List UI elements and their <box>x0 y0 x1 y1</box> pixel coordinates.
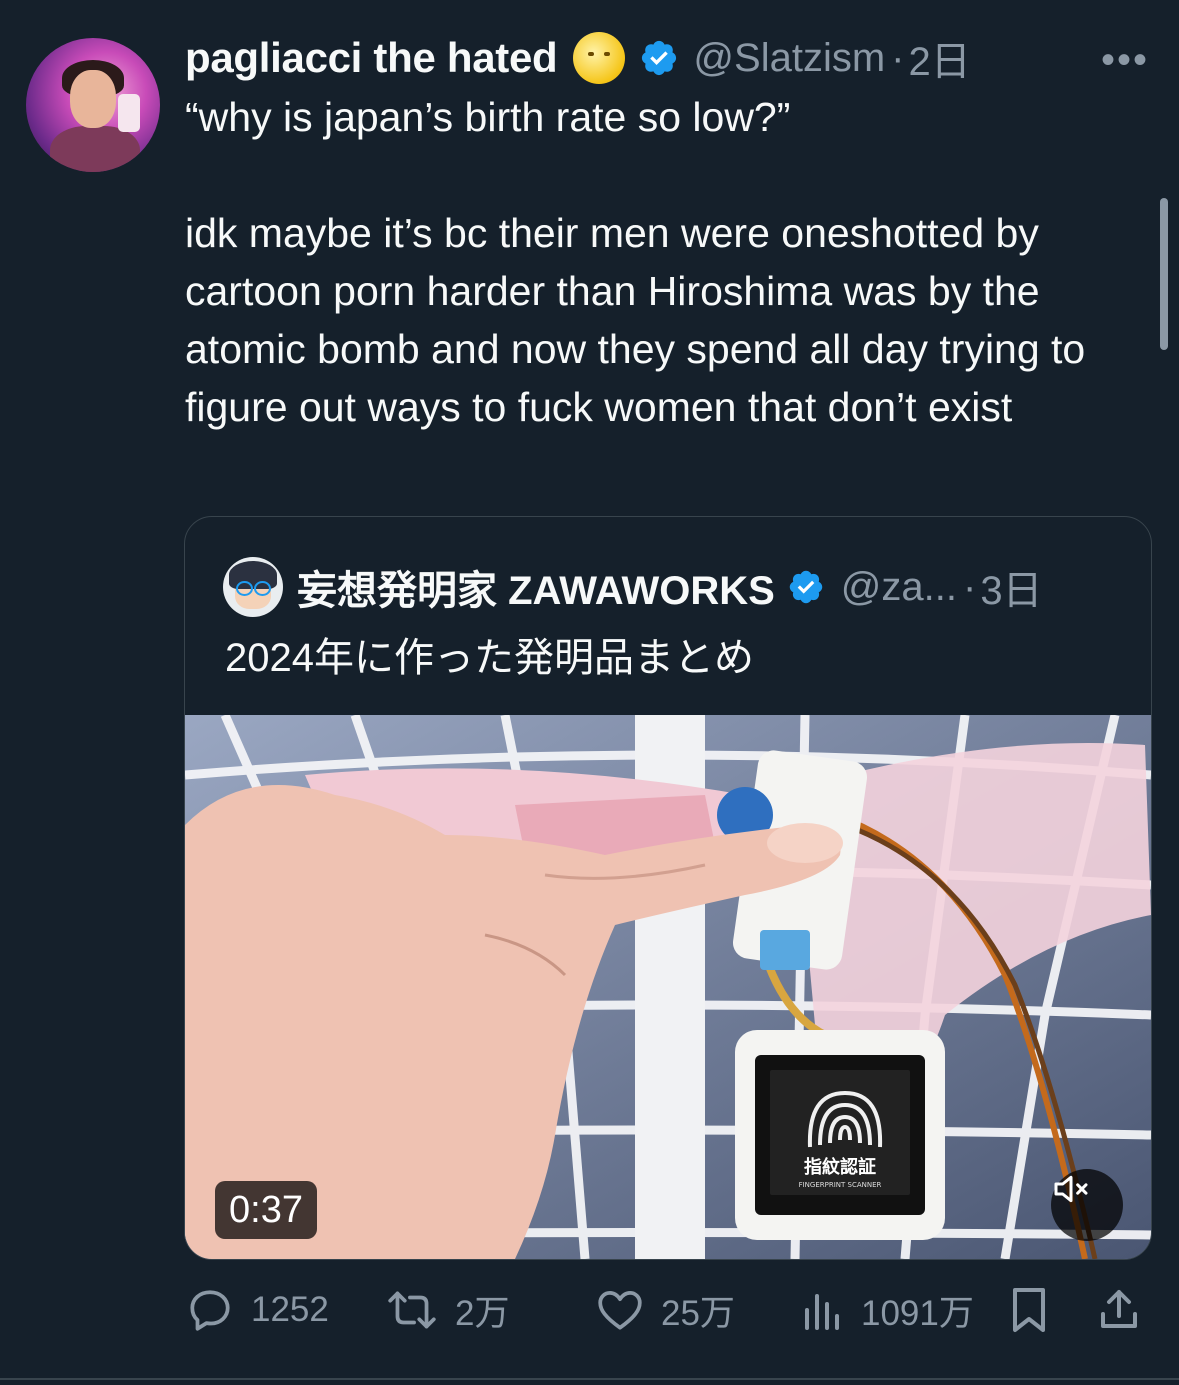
reply-count: 1252 <box>251 1290 329 1329</box>
quoted-tweet-header: 妄想発明家 ZAWAWORKS @za... · 3日 <box>223 557 1043 617</box>
heart-icon <box>598 1291 642 1330</box>
like-button[interactable]: 25万 <box>595 1280 735 1340</box>
volume-muted-icon <box>1054 1175 1088 1203</box>
bookmark-button[interactable] <box>1007 1280 1067 1340</box>
verified-badge-icon[interactable] <box>639 38 679 78</box>
author-handle[interactable]: @Slatzism <box>693 36 885 81</box>
author-name[interactable]: pagliacci the hated <box>185 34 558 82</box>
tweet-divider <box>0 1378 1179 1380</box>
scrollbar-thumb[interactable] <box>1160 198 1168 350</box>
more-options-button[interactable]: ••• <box>1101 38 1149 83</box>
avatar-body <box>50 126 140 172</box>
quoted-author-handle[interactable]: @za... <box>841 565 957 610</box>
repost-icon <box>388 1291 436 1329</box>
video-duration-badge: 0:37 <box>215 1181 317 1239</box>
quoted-timestamp[interactable]: 3日 <box>980 558 1042 616</box>
tweet-actions-bar: 1252 2万 25万 1091万 <box>185 1280 1150 1340</box>
verified-badge-icon[interactable] <box>787 568 825 606</box>
reply-button[interactable]: 1252 <box>185 1280 329 1340</box>
tweet-header: pagliacci the hated @Slatzism · 2日 ••• <box>185 30 1149 86</box>
author-avatar[interactable] <box>26 38 160 172</box>
video-frame: 指紋認証 FINGERPRINT SCANNER <box>185 715 1151 1259</box>
mute-toggle-button[interactable] <box>1051 1169 1123 1241</box>
quoted-header-separator: · <box>962 564 977 609</box>
repost-button[interactable]: 2万 <box>385 1280 509 1340</box>
share-icon <box>1101 1290 1137 1328</box>
like-count: 25万 <box>661 1293 735 1333</box>
device-screen-sublabel: FINGERPRINT SCANNER <box>799 1181 882 1189</box>
device-screen-label: 指紋認証 <box>804 1156 876 1178</box>
reply-icon <box>190 1290 230 1331</box>
avatar-face <box>70 70 116 128</box>
quoted-tweet-text: 2024年に作った発明品まとめ <box>225 636 754 680</box>
tweet-body-text: “why is japan’s birth rate so low?” idk … <box>185 94 1086 430</box>
bookmark-icon <box>1013 1288 1045 1332</box>
tweet-timestamp[interactable]: 2日 <box>908 29 970 87</box>
quoted-author-avatar[interactable] <box>223 557 283 617</box>
share-button[interactable] <box>1097 1280 1157 1340</box>
view-count: 1091万 <box>861 1293 974 1333</box>
views-chart-icon <box>805 1294 839 1330</box>
quoted-tweet-card[interactable]: 妄想発明家 ZAWAWORKS @za... · 3日 2024年に作った発明品… <box>184 516 1152 1260</box>
header-separator: · <box>891 35 905 80</box>
video-player[interactable]: 指紋認証 FINGERPRINT SCANNER 0:37 <box>185 715 1151 1259</box>
views-button[interactable]: 1091万 <box>801 1280 974 1340</box>
full-moon-face-icon <box>573 32 626 84</box>
avatar-phone <box>118 94 140 132</box>
repost-count: 2万 <box>455 1293 510 1333</box>
quoted-author-name[interactable]: 妄想発明家 ZAWAWORKS <box>297 558 775 616</box>
